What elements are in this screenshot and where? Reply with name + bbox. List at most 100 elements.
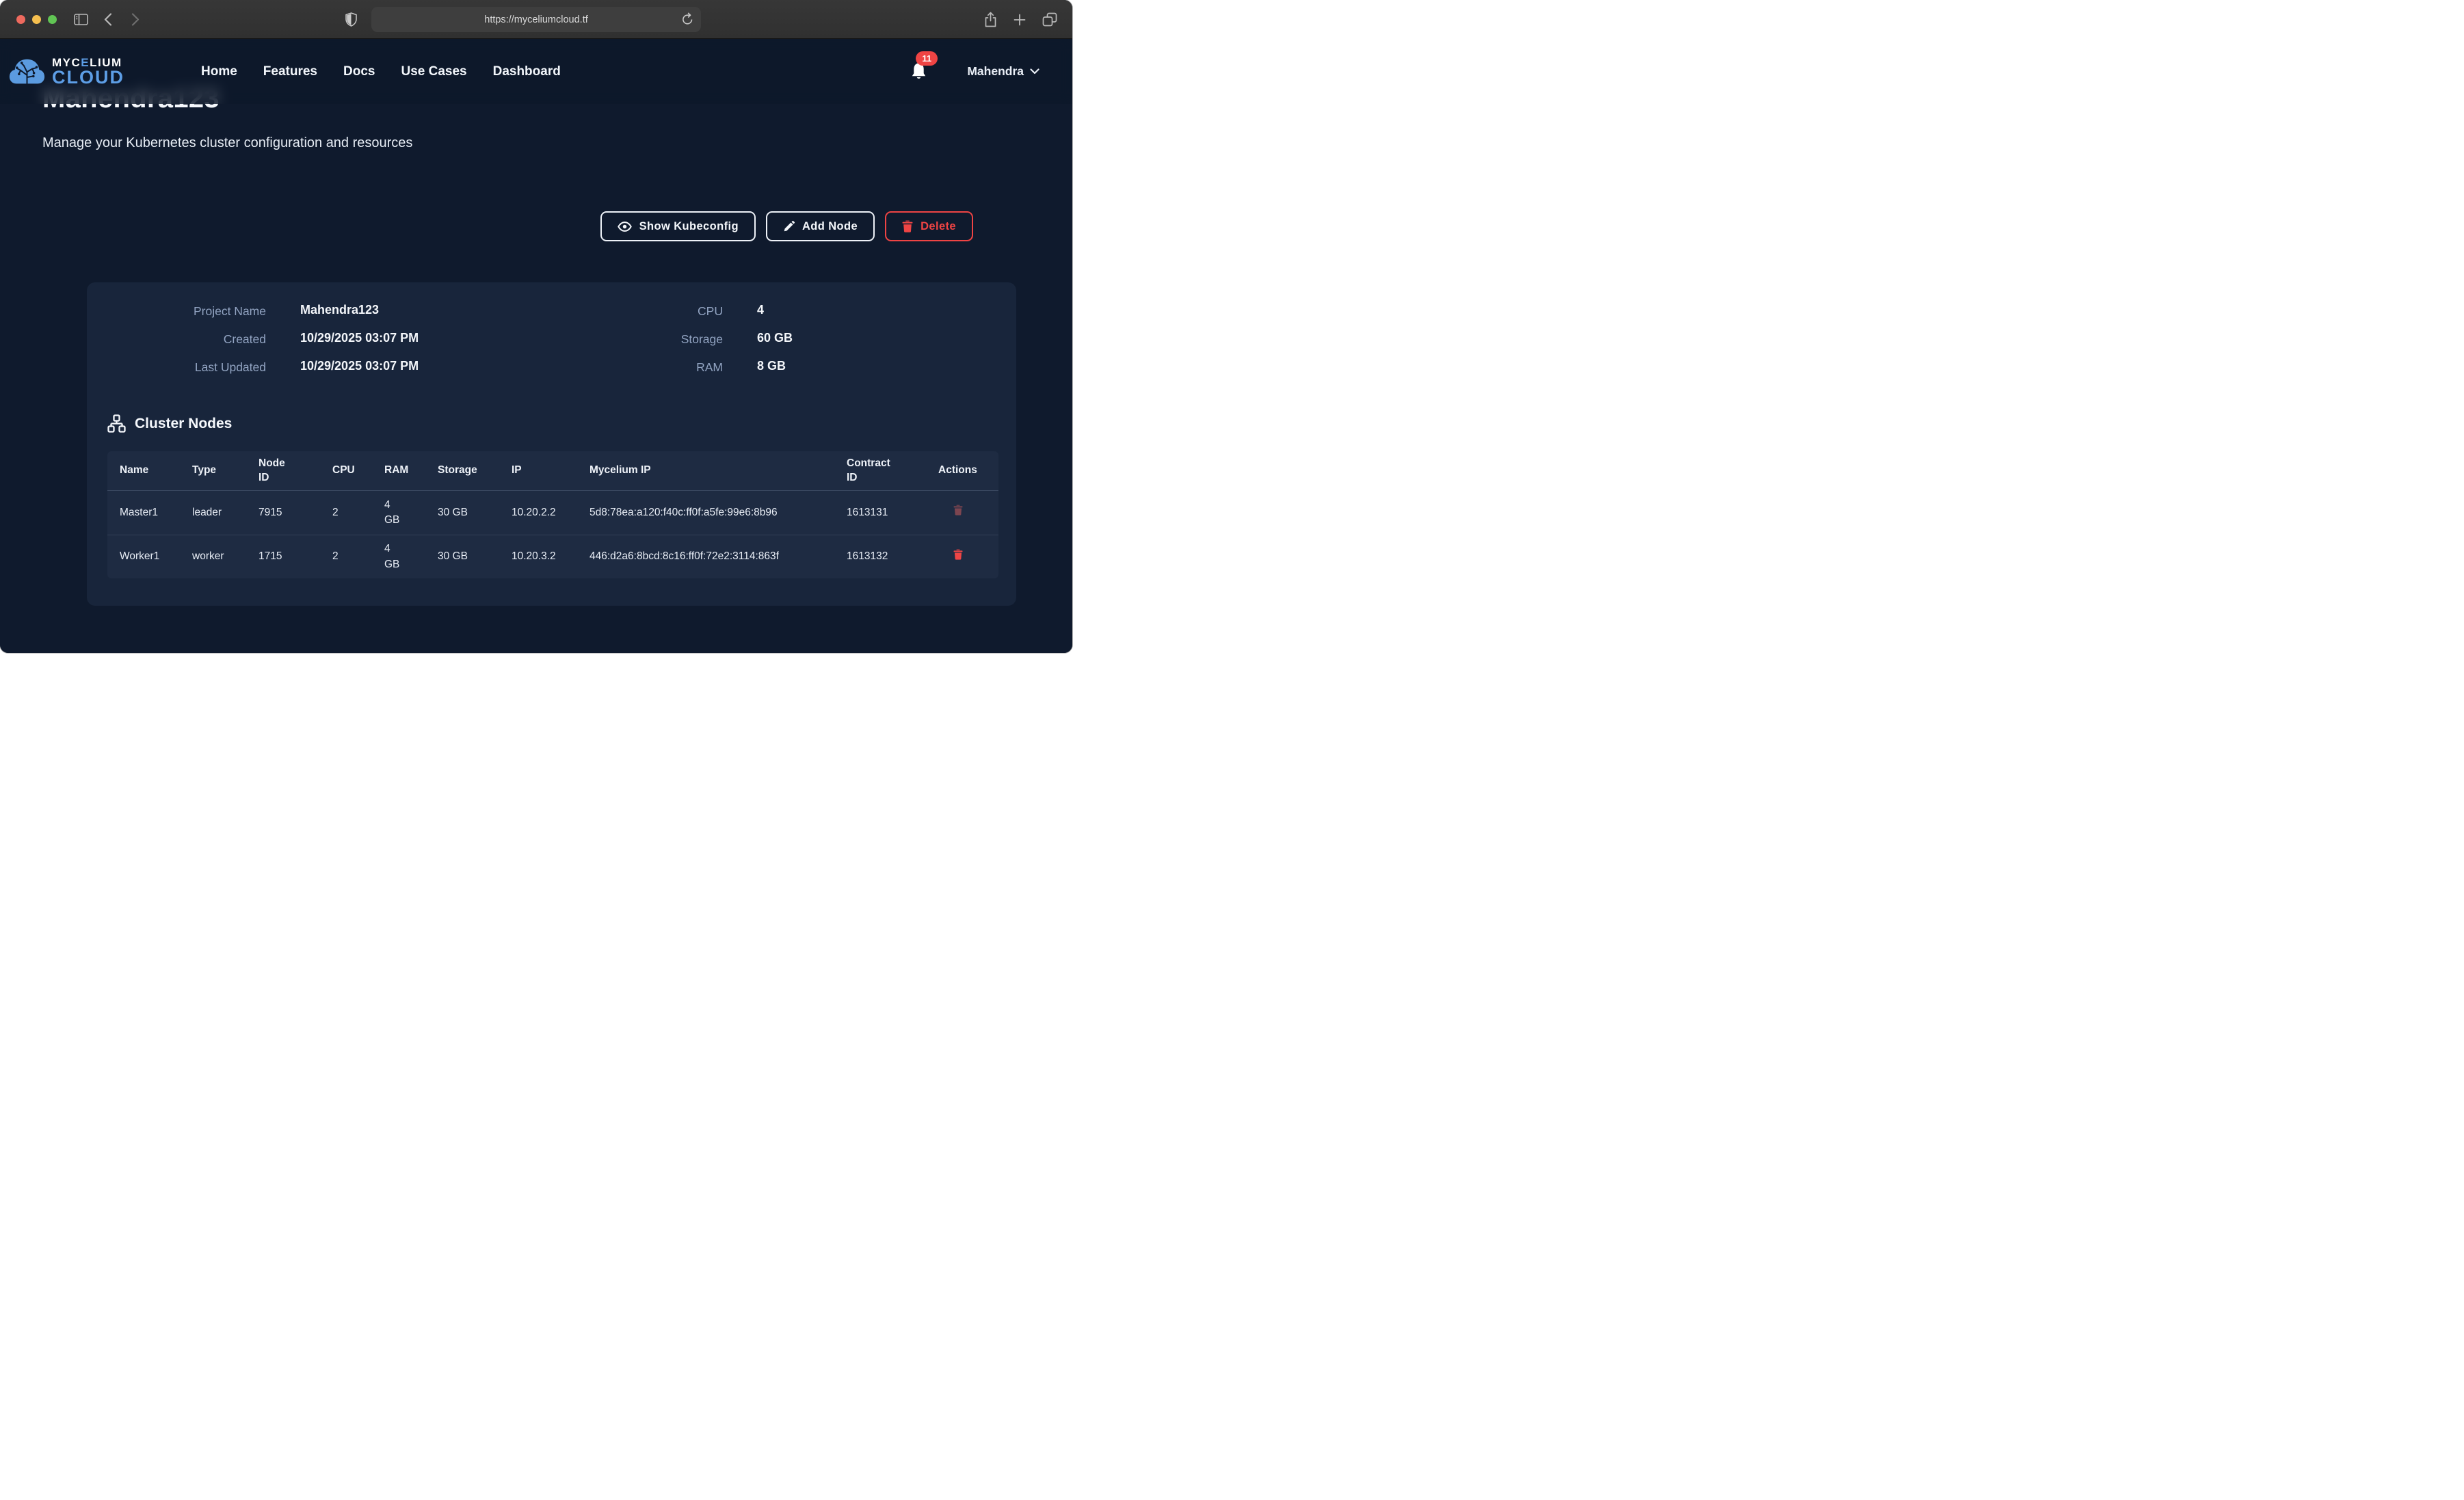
cluster-nodes-table: Name Type Node ID CPU RAM Storage IP Myc… <box>107 451 998 578</box>
main-content: Mahendra123 Manage your Kubernetes clust… <box>0 39 1072 606</box>
chrome-right-actions <box>984 0 1057 39</box>
cell-ram: 4 GB <box>372 541 425 572</box>
new-tab-icon[interactable] <box>1014 14 1026 26</box>
cluster-nodes-title: Cluster Nodes <box>135 416 232 432</box>
brand-wordmark: MYCELIUM CLOUD <box>52 57 124 87</box>
col-name: Name <box>107 464 180 478</box>
brand-line-cloud: CLOUD <box>52 68 124 87</box>
trash-icon <box>902 220 913 232</box>
table-row: Master1 leader 7915 2 4 GB 30 GB 10.20.2… <box>107 491 998 535</box>
page-subtitle: Manage your Kubernetes cluster configura… <box>42 135 1072 151</box>
mycelium-cloud-logo-icon <box>9 56 45 87</box>
tab-overview-icon[interactable] <box>1042 12 1057 27</box>
table-header-row: Name Type Node ID CPU RAM Storage IP Myc… <box>107 451 998 491</box>
cell-actions <box>926 505 998 520</box>
created-label: Created <box>107 331 266 347</box>
cell-mycelium-ip: 446:d2a6:8bcd:8c16:ff0f:72e2:3114:863f <box>577 549 834 564</box>
chevron-down-icon <box>1030 68 1039 75</box>
cell-name: Worker1 <box>107 549 180 564</box>
add-node-label: Add Node <box>802 220 858 233</box>
col-type: Type <box>180 464 246 478</box>
site-navbar: MYCELIUM CLOUD Home Features Docs Use Ca… <box>0 39 1072 104</box>
cell-contract-id: 1613131 <box>834 505 926 520</box>
project-info-left: Project Name Mahendra123 Created 10/29/2… <box>107 303 627 375</box>
user-name: Mahendra <box>967 64 1024 79</box>
ram-label: RAM <box>627 359 723 375</box>
address-bar[interactable]: https://myceliumcloud.tf <box>371 7 701 32</box>
cpu-label: CPU <box>627 303 723 319</box>
last-updated-label: Last Updated <box>107 359 266 375</box>
project-details-card: Project Name Mahendra123 Created 10/29/2… <box>87 282 1016 606</box>
col-contract-id: Contract ID <box>834 457 926 485</box>
forward-icon[interactable] <box>131 0 140 39</box>
brand-logo[interactable]: MYCELIUM CLOUD <box>9 56 124 87</box>
user-menu[interactable]: Mahendra <box>967 64 1039 79</box>
delete-node-button[interactable] <box>953 505 963 515</box>
created-value: 10/29/2025 03:07 PM <box>300 331 627 347</box>
notification-count-badge: 11 <box>916 51 938 66</box>
minimize-window-button[interactable] <box>32 15 41 24</box>
cell-ip: 10.20.2.2 <box>499 505 577 520</box>
nav-link-use-cases[interactable]: Use Cases <box>401 64 466 79</box>
url-text: https://myceliumcloud.tf <box>484 14 588 25</box>
add-node-button[interactable]: Add Node <box>766 211 875 241</box>
col-ram: RAM <box>372 464 425 478</box>
storage-value: 60 GB <box>757 331 793 347</box>
cell-type: worker <box>180 549 246 564</box>
back-icon[interactable] <box>104 0 112 39</box>
project-name-label: Project Name <box>107 303 266 319</box>
show-kubeconfig-label: Show Kubeconfig <box>639 220 739 233</box>
cluster-nodes-heading: Cluster Nodes <box>107 414 1016 433</box>
eye-icon <box>618 221 632 232</box>
delete-label: Delete <box>920 220 956 233</box>
nav-link-dashboard[interactable]: Dashboard <box>493 64 561 79</box>
traffic-lights <box>16 15 57 24</box>
cell-ram: 4 GB <box>372 498 425 528</box>
browser-toolbar: https://myceliumcloud.tf <box>0 0 1072 39</box>
share-icon[interactable] <box>984 12 997 27</box>
delete-node-button[interactable] <box>953 549 963 560</box>
page-body: Mahendra123 Manage your Kubernetes clust… <box>0 39 1072 653</box>
cpu-value: 4 <box>757 303 793 319</box>
nav-links: Home Features Docs Use Cases Dashboard <box>201 64 561 79</box>
cluster-actions-toolbar: Show Kubeconfig Add Node <box>42 211 973 241</box>
sidebar-toggle-icon[interactable] <box>74 0 88 39</box>
reload-icon[interactable] <box>682 12 693 25</box>
cell-name: Master1 <box>107 505 180 520</box>
nav-link-docs[interactable]: Docs <box>343 64 375 79</box>
ram-value: 8 GB <box>757 359 793 375</box>
cell-contract-id: 1613132 <box>834 549 926 564</box>
col-ip: IP <box>499 464 577 478</box>
table-row: Worker1 worker 1715 2 4 GB 30 GB 10.20.3… <box>107 535 998 578</box>
col-node-id: Node ID <box>246 457 320 485</box>
storage-label: Storage <box>627 331 723 347</box>
close-window-button[interactable] <box>16 15 25 24</box>
nav-link-features[interactable]: Features <box>263 64 317 79</box>
sitemap-icon <box>107 414 126 433</box>
cell-cpu: 2 <box>320 549 372 564</box>
col-actions: Actions <box>926 464 998 478</box>
cell-cpu: 2 <box>320 505 372 520</box>
col-cpu: CPU <box>320 464 372 478</box>
col-mycelium-ip: Mycelium IP <box>577 464 834 478</box>
show-kubeconfig-button[interactable]: Show Kubeconfig <box>600 211 756 241</box>
browser-window: https://myceliumcloud.tf <box>0 0 1072 653</box>
project-info-right: CPU 4 Storage 60 GB RAM 8 GB <box>627 303 793 375</box>
project-name-value: Mahendra123 <box>300 303 627 319</box>
cell-node-id: 1715 <box>246 549 320 564</box>
cell-node-id: 7915 <box>246 505 320 520</box>
brand-line-mycelium: MYCELIUM <box>52 57 124 68</box>
cell-ip: 10.20.3.2 <box>499 549 577 564</box>
delete-cluster-button[interactable]: Delete <box>885 211 973 241</box>
cell-storage: 30 GB <box>425 549 499 564</box>
notifications-button[interactable]: 11 <box>910 62 927 81</box>
zoom-window-button[interactable] <box>48 15 57 24</box>
pencil-icon <box>783 221 795 232</box>
cell-actions <box>926 549 998 565</box>
nav-link-home[interactable]: Home <box>201 64 237 79</box>
project-info-grid: Project Name Mahendra123 Created 10/29/2… <box>107 303 1016 375</box>
privacy-shield-icon[interactable] <box>345 0 357 39</box>
last-updated-value: 10/29/2025 03:07 PM <box>300 359 627 375</box>
cell-mycelium-ip: 5d8:78ea:a120:f40c:ff0f:a5fe:99e6:8b96 <box>577 505 834 520</box>
col-storage: Storage <box>425 464 499 478</box>
